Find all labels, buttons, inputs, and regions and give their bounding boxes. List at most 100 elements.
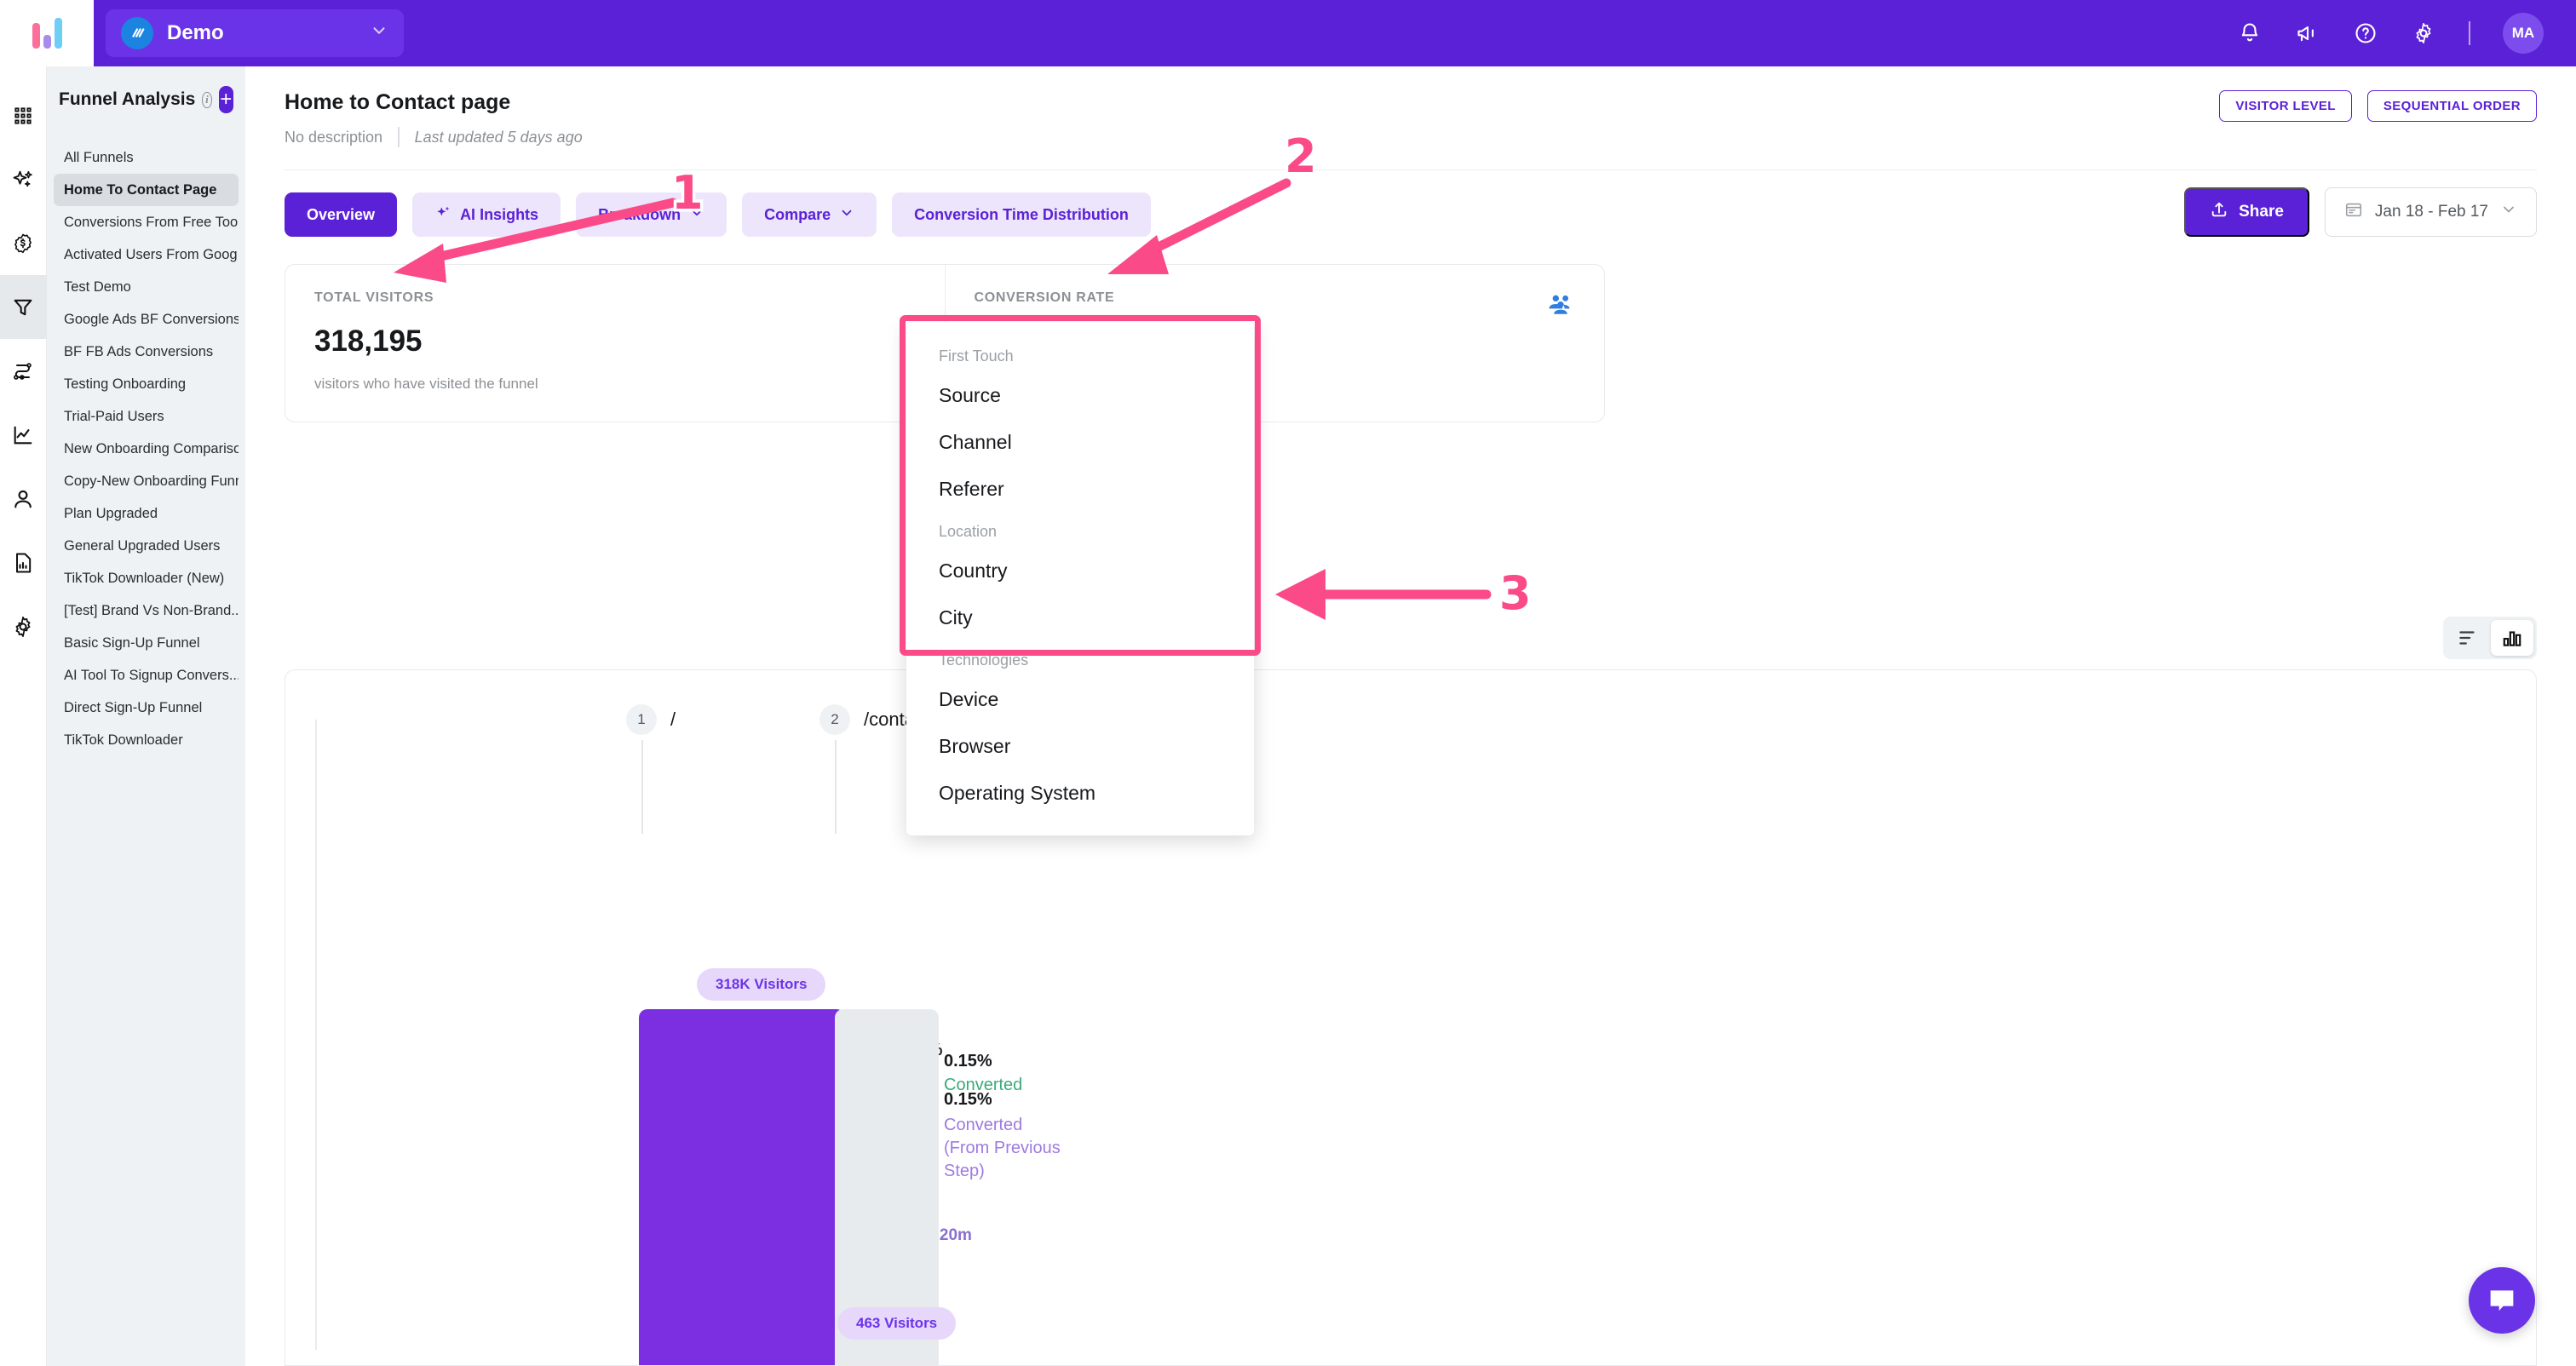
chat-bubble-icon[interactable] — [2469, 1267, 2535, 1334]
sidebar-item-new-onboarding-comparison[interactable]: New Onboarding Comparison — [54, 433, 239, 465]
tab-compare[interactable]: Compare — [742, 192, 877, 237]
icon-rail — [0, 66, 47, 1366]
total-visitors-card: TOTAL VISITORS 318,195 visitors who have… — [285, 265, 945, 422]
chevron-down-icon[interactable] — [370, 21, 388, 45]
toolbar-actions: Share Jan 18 - Feb 17 — [2184, 187, 2537, 237]
tabs-row: Overview AI Insights Breakdown Compare — [245, 170, 2576, 237]
breakdown-item-source[interactable]: Source — [906, 372, 1254, 419]
user-icon[interactable] — [0, 467, 47, 531]
megaphone-icon[interactable] — [2295, 20, 2320, 46]
breakdown-item-country[interactable]: Country — [906, 548, 1254, 594]
sidebar-item-testing-onboarding[interactable]: Testing Onboarding — [54, 368, 239, 400]
sidebar-item-basic-signup-funnel[interactable]: Basic Sign-Up Funnel — [54, 627, 239, 659]
upload-share-icon — [2210, 200, 2228, 224]
chevron-down-icon — [839, 205, 854, 224]
funnel-chart: 1 / 318K Visitors ↓ 99.85% Drop Off 1d 7… — [285, 669, 2537, 1366]
sidebar-item-all-funnels[interactable]: All Funnels — [54, 141, 239, 174]
sidebar-item-trial-paid-users[interactable]: Trial-Paid Users — [54, 400, 239, 433]
step-1-bar[interactable] — [639, 1009, 845, 1366]
settings-gear-icon[interactable] — [0, 594, 47, 658]
sidebar-item-home-to-contact-page[interactable]: Home To Contact Page — [54, 174, 239, 206]
converted-prev-label: Converted (From Previous Step) — [944, 1114, 1063, 1183]
app-root: Demo MA — [0, 0, 2576, 1366]
revenue-badge-icon[interactable] — [0, 211, 47, 275]
tab-ai-insights[interactable]: AI Insights — [412, 192, 561, 237]
tab-breakdown-label: Breakdown — [598, 206, 681, 224]
breakdown-item-city[interactable]: City — [906, 594, 1254, 641]
breakdown-item-channel[interactable]: Channel — [906, 419, 1254, 466]
app-logo[interactable] — [0, 0, 94, 66]
people-group-icon — [1546, 289, 1575, 322]
step-2-converted-prev-block: 0.15% Converted (From Previous Step) — [944, 1090, 1063, 1183]
report-document-icon[interactable] — [0, 531, 47, 594]
help-circle-icon[interactable] — [2353, 20, 2378, 46]
visitor-level-button[interactable]: VISITOR LEVEL — [2219, 90, 2351, 122]
plus-icon[interactable]: + — [219, 86, 233, 113]
horizontal-bars-icon[interactable] — [2447, 620, 2489, 656]
page-subheader: No description Last updated 5 days ago — [285, 127, 2537, 147]
conversion-rate-label: CONVERSION RATE — [975, 290, 1576, 306]
funnel-icon[interactable] — [0, 275, 47, 339]
funnel-list: All Funnels Home To Contact Page Convers… — [47, 133, 245, 756]
topbar-actions: MA — [2237, 13, 2576, 54]
header-mode-buttons: VISITOR LEVEL SEQUENTIAL ORDER — [2219, 90, 2537, 122]
last-updated-label: Last updated 5 days ago — [415, 129, 583, 146]
sidebar-item-test-demo[interactable]: Test Demo — [54, 271, 239, 303]
breakdown-item-operating-system[interactable]: Operating System — [906, 770, 1254, 817]
page-description: No description — [285, 129, 382, 146]
main-content: Home to Contact page No description Last… — [245, 66, 2576, 1366]
annotation-number-2: 2 — [1285, 129, 1317, 183]
workspace-name: Demo — [167, 21, 356, 45]
annotation-number-1: 1 — [671, 166, 704, 220]
breakdown-menu-panel: First Touch Source Channel Referer Locat… — [906, 322, 1254, 835]
trend-chart-icon[interactable] — [0, 403, 47, 467]
journey-path-icon[interactable] — [0, 339, 47, 403]
apps-grid-icon[interactable] — [0, 83, 47, 147]
calendar-icon — [2344, 200, 2363, 224]
breakdown-item-device[interactable]: Device — [906, 676, 1254, 723]
sidebar-item-direct-signup-funnel[interactable]: Direct Sign-Up Funnel — [54, 692, 239, 724]
step-1-number: 1 — [626, 704, 657, 735]
total-visitors-label: TOTAL VISITORS — [314, 290, 916, 306]
workspace-switcher[interactable]: Demo — [106, 9, 404, 57]
step-1-name: / — [670, 709, 676, 731]
breakdown-item-browser[interactable]: Browser — [906, 723, 1254, 770]
sidebar-item-bf-fb-ads[interactable]: BF FB Ads Conversions — [54, 336, 239, 368]
date-range-label: Jan 18 - Feb 17 — [2375, 203, 2488, 221]
notification-bell-icon[interactable] — [2237, 20, 2263, 46]
ai-sparkle-icon[interactable] — [0, 147, 47, 211]
share-button[interactable]: Share — [2184, 187, 2309, 237]
vertical-bars-icon[interactable] — [2491, 620, 2533, 656]
sidebar-header: Funnel Analysis i + — [47, 66, 245, 133]
total-visitors-value: 318,195 — [314, 324, 916, 359]
date-range-picker[interactable]: Jan 18 - Feb 17 — [2325, 187, 2537, 237]
sidebar-item-activated-users-google[interactable]: Activated Users From Goog... — [54, 238, 239, 271]
step-1-connector — [641, 740, 643, 834]
sequential-order-button[interactable]: SEQUENTIAL ORDER — [2367, 90, 2537, 122]
sidebar-item-copy-new-onboarding[interactable]: Copy-New Onboarding Funne... — [54, 465, 239, 497]
sidebar-item-conversions-from-free[interactable]: Conversions From Free Too... — [54, 206, 239, 238]
gear-icon[interactable] — [2411, 20, 2436, 46]
tab-conversion-time-distribution[interactable]: Conversion Time Distribution — [892, 192, 1151, 237]
sidebar-item-tiktok-downloader-new[interactable]: TikTok Downloader (New) — [54, 562, 239, 594]
breakdown-menu: First Touch Source Channel Referer Locat… — [906, 322, 1254, 835]
tab-breakdown[interactable]: Breakdown — [576, 192, 727, 237]
breakdown-item-referer[interactable]: Referer — [906, 466, 1254, 513]
avatar[interactable]: MA — [2503, 13, 2544, 54]
step-1-header: 1 / — [626, 704, 676, 735]
sidebar-item-plan-upgraded[interactable]: Plan Upgraded — [54, 497, 239, 530]
tab-compare-label: Compare — [764, 206, 831, 224]
funnel-step-1: 1 / — [626, 704, 676, 735]
sidebar-item-tiktok-downloader[interactable]: TikTok Downloader — [54, 724, 239, 756]
sidebar-item-ai-tool-to-signup[interactable]: AI Tool To Signup Convers... — [54, 659, 239, 692]
chevron-down-icon — [2500, 201, 2517, 223]
sidebar-item-general-upgraded-users[interactable]: General Upgraded Users — [54, 530, 239, 562]
sidebar-item-test-brand-vs-nonbrand[interactable]: [Test] Brand Vs Non-Brand... — [54, 594, 239, 627]
chart-y-axis — [315, 720, 317, 1350]
subheader-divider — [398, 127, 400, 147]
sidebar-item-google-ads-bf[interactable]: Google Ads BF Conversions — [54, 303, 239, 336]
step-2-number: 2 — [819, 704, 850, 735]
info-icon[interactable]: i — [202, 92, 211, 108]
tab-overview[interactable]: Overview — [285, 192, 397, 237]
funnel-sidebar: Funnel Analysis i + All Funnels Home To … — [47, 66, 245, 1366]
